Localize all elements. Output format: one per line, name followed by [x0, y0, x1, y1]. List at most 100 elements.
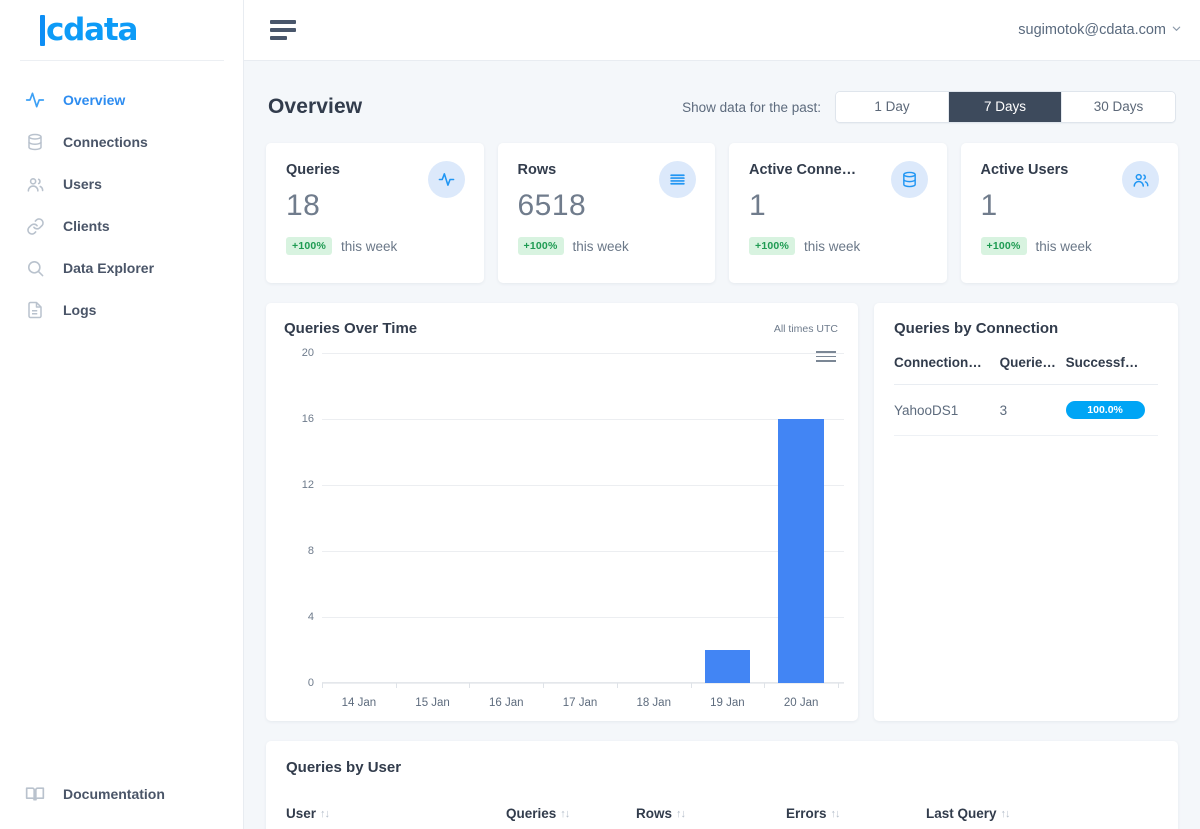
sort-icon: ↑↓ — [830, 807, 841, 820]
stat-card-queries: Queries 18 +100% this week — [266, 143, 484, 283]
x-axis-tick: 18 Jan — [636, 697, 671, 709]
sidebar-item-logs[interactable]: Logs — [0, 289, 243, 331]
sidebar-item-users[interactable]: Users — [0, 163, 243, 205]
sidebar-item-label: Logs — [63, 302, 97, 318]
chart-timezone-note: All times UTC — [773, 323, 838, 335]
hamburger-icon[interactable] — [270, 20, 296, 40]
y-axis-tick: 20 — [301, 347, 314, 359]
y-axis-tick: 8 — [307, 545, 314, 557]
stat-period: this week — [1035, 238, 1092, 254]
sidebar-item-clients[interactable]: Clients — [0, 205, 243, 247]
range-label: Show data for the past: — [682, 99, 821, 115]
column-header-successful[interactable]: Successf… — [1065, 355, 1158, 385]
column-header-connection[interactable]: Connection… — [894, 355, 1000, 385]
x-axis-tick: 19 Jan — [710, 697, 745, 709]
list-icon — [659, 161, 696, 198]
sidebar-item-connections[interactable]: Connections — [0, 121, 243, 163]
x-axis-tick: 14 Jan — [341, 697, 377, 709]
stat-period: this week — [804, 238, 861, 254]
sidebar-item-documentation[interactable]: Documentation — [0, 773, 243, 815]
queries-by-user-panel: Queries by User User ↑↓ Queries ↑↓ Rows … — [266, 741, 1178, 829]
stat-footer: +100% this week — [749, 237, 927, 255]
sidebar-item-label: Users — [63, 176, 102, 192]
x-axis-mark — [395, 683, 397, 688]
table-header-row: Connection… Querie… Successf… — [894, 355, 1158, 385]
range-button-1-day[interactable]: 1 Day — [836, 92, 949, 122]
user-menu[interactable]: sugimotok@cdata.com — [1018, 22, 1182, 38]
range-button-group: 1 Day 7 Days 30 Days — [835, 91, 1176, 123]
topbar: sugimotok@cdata.com — [244, 0, 1200, 61]
users-icon — [24, 173, 46, 195]
y-axis-tick: 4 — [307, 611, 314, 623]
column-header-queries[interactable]: Queries ↑↓ — [506, 806, 636, 821]
file-icon — [24, 299, 46, 321]
chart-header: Queries Over Time All times UTC — [284, 320, 838, 337]
page-header: Overview Show data for the past: 1 Day 7… — [262, 61, 1182, 143]
column-header-user[interactable]: User ↑↓ — [286, 806, 506, 821]
stat-period: this week — [341, 238, 398, 254]
x-axis-mark — [322, 683, 323, 688]
status-badge: +100% — [980, 237, 1027, 255]
connections-table: Connection… Querie… Successf… YahooDS1 3… — [894, 355, 1158, 436]
logo[interactable]: cdata — [20, 0, 224, 61]
logo-text: cdata — [46, 11, 138, 48]
stat-footer: +100% this week — [286, 237, 464, 255]
x-axis-line — [322, 682, 844, 683]
x-axis-mark — [690, 683, 692, 688]
status-badge: +100% — [749, 237, 795, 255]
queries-over-time-panel: Queries Over Time All times UTC 0 4 8 12 16 2… — [266, 303, 858, 721]
search-icon — [24, 257, 46, 279]
bar[interactable] — [778, 419, 824, 683]
users-icon — [1122, 161, 1159, 198]
chart-title: Queries Over Time — [284, 320, 418, 337]
column-header-last-query[interactable]: Last Query ↑↓ — [926, 806, 1011, 821]
x-axis-tick: 15 Jan — [415, 697, 450, 709]
users-table-header-row: User ↑↓ Queries ↑↓ Rows ↑↓ Errors ↑↓ Las… — [286, 806, 1158, 821]
gridline — [322, 617, 844, 618]
sidebar: cdata Overview Connections Users Clients… — [0, 0, 244, 829]
stat-cards: Queries 18 +100% this week Rows 6518 +10… — [262, 143, 1182, 283]
link-icon — [24, 215, 46, 237]
x-axis-mark — [838, 683, 839, 688]
x-axis-mark — [469, 683, 471, 688]
stat-footer: +100% this week — [980, 237, 1159, 255]
activity-icon — [24, 89, 46, 111]
database-icon — [24, 131, 46, 153]
status-badge: +100% — [517, 237, 564, 255]
sort-icon: ↑↓ — [1000, 807, 1011, 820]
app-root: cdata Overview Connections Users Clients… — [0, 0, 1200, 829]
column-header-rows[interactable]: Rows ↑↓ — [636, 806, 786, 821]
range-selector: Show data for the past: 1 Day 7 Days 30 … — [682, 91, 1176, 123]
stat-card-active-connections: Active Conne… 1 +100% this week — [729, 143, 947, 283]
gridline — [322, 683, 844, 684]
bar-chart: 0 4 8 12 16 20 14 Jan 15 Jan 16 Jan 17 Jan 18 Jan 1… — [284, 347, 844, 709]
page-title: Overview — [268, 95, 363, 118]
column-header-queries[interactable]: Querie… — [999, 355, 1066, 385]
sidebar-item-label: Overview — [63, 92, 126, 108]
user-email: sugimotok@cdata.com — [1018, 22, 1166, 38]
x-axis-tick: 17 Jan — [562, 697, 598, 709]
x-axis-mark — [543, 683, 545, 688]
content-scroll: Overview Show data for the past: 1 Day 7… — [244, 61, 1200, 829]
x-axis-mark — [616, 683, 618, 688]
stat-period: this week — [572, 238, 629, 254]
sidebar-item-data-explorer[interactable]: Data Explorer — [0, 247, 243, 289]
x-axis-mark — [764, 683, 766, 688]
sidebar-item-label: Data Explorer — [63, 260, 155, 276]
range-button-7-days[interactable]: 7 Days — [949, 92, 1062, 122]
sidebar-item-label: Clients — [63, 218, 110, 234]
sidebar-item-overview[interactable]: Overview — [0, 79, 243, 121]
connections-title: Queries by Connection — [894, 320, 1059, 337]
range-button-30-days[interactable]: 30 Days — [1062, 92, 1175, 122]
column-header-errors[interactable]: Errors ↑↓ — [786, 806, 926, 821]
stat-footer: +100% this week — [517, 237, 696, 255]
status-badge: +100% — [286, 237, 332, 255]
stat-card-rows: Rows 6518 +100% this week — [497, 143, 715, 283]
main-area: sugimotok@cdata.com Overview Show data f… — [244, 0, 1200, 829]
y-axis-tick: 16 — [301, 413, 314, 425]
sidebar-nav: Overview Connections Users Clients Data … — [0, 79, 243, 773]
table-row[interactable]: YahooDS1 3 100.0% — [894, 384, 1158, 436]
bar[interactable] — [704, 650, 751, 683]
chevron-down-icon — [1171, 23, 1182, 37]
gridline — [322, 485, 844, 486]
